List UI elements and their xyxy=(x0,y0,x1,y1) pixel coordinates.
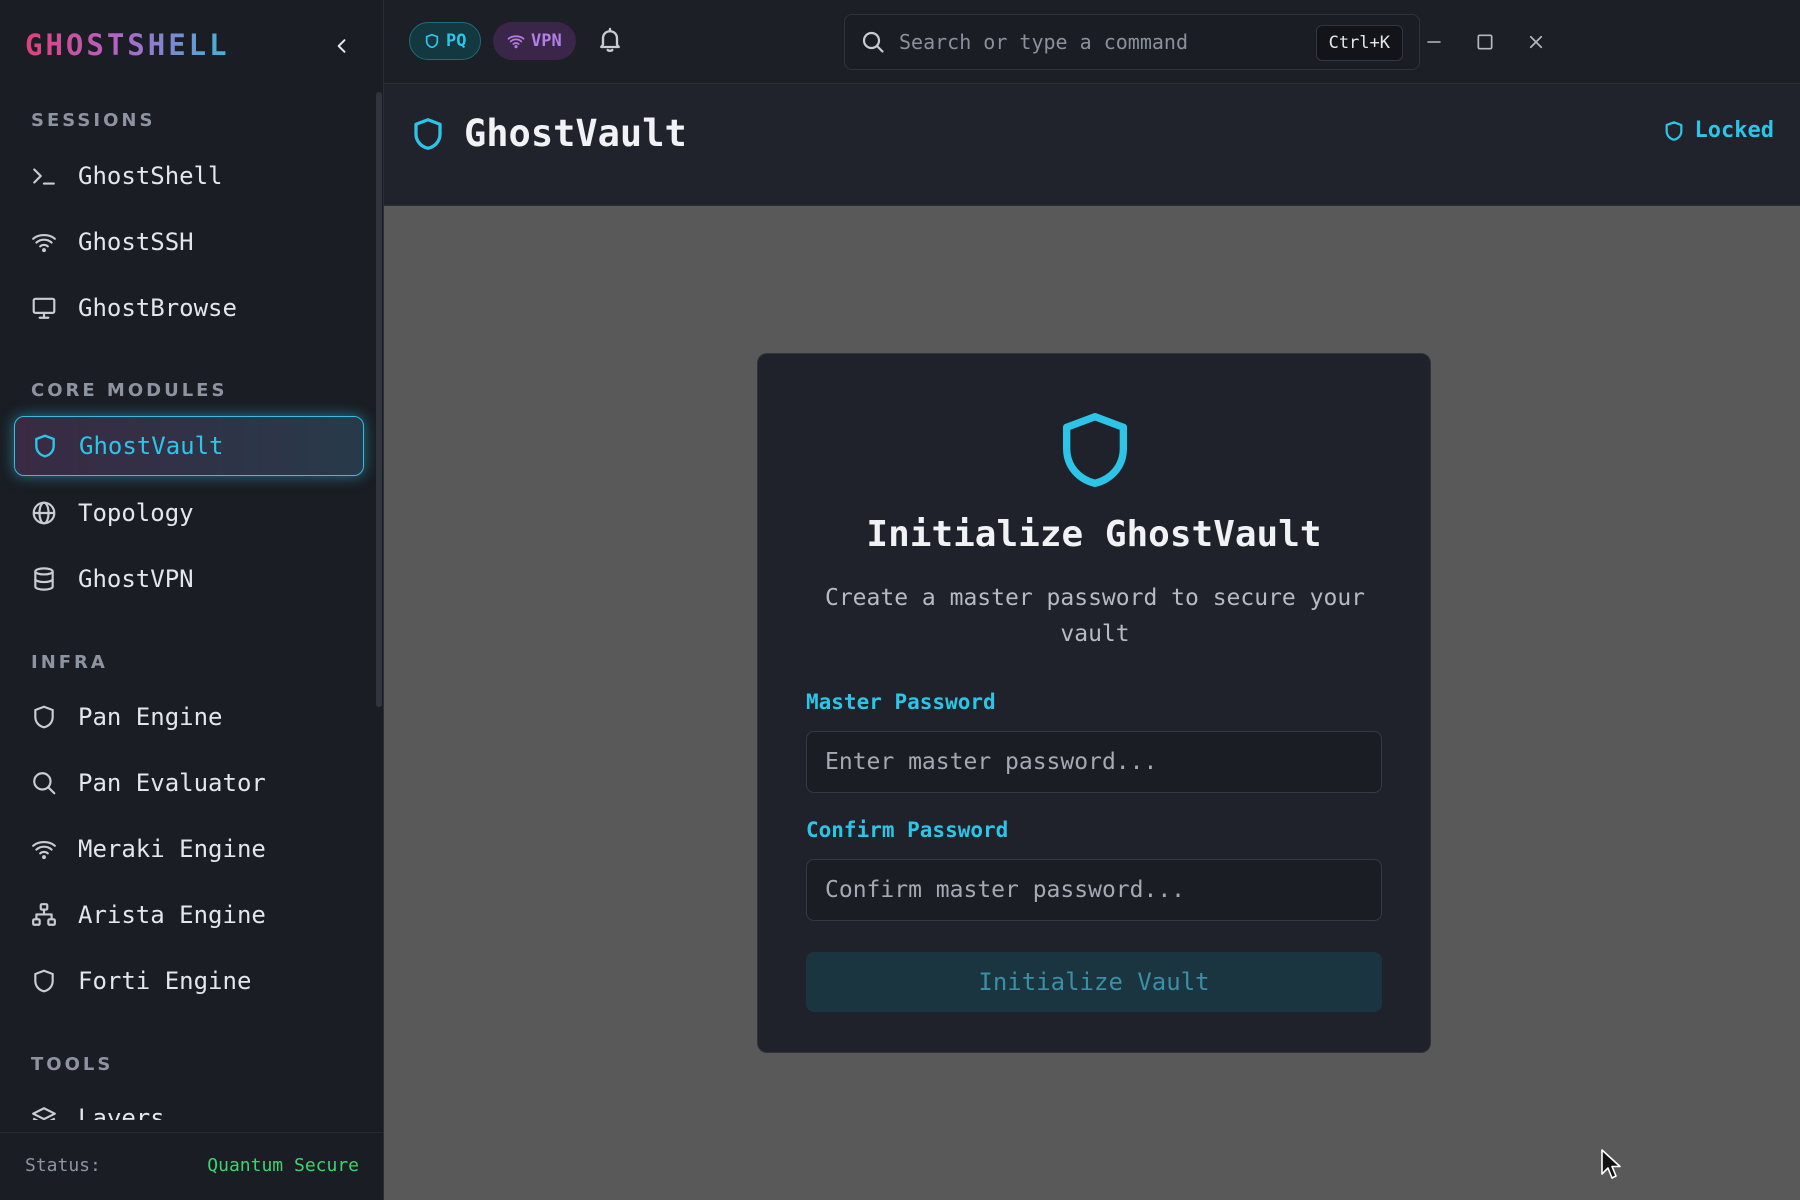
sidebar-item-label: Arista Engine xyxy=(78,901,266,929)
sidebar-item-label: GhostShell xyxy=(78,162,223,190)
card-title: Initialize GhostVault xyxy=(866,514,1322,555)
sidebar-item-topology[interactable]: Topology xyxy=(14,484,364,542)
sidebar-item-pan-evaluator[interactable]: Pan Evaluator xyxy=(14,754,364,812)
close-button[interactable] xyxy=(1520,26,1552,58)
globe-icon xyxy=(30,499,58,527)
shield-icon xyxy=(1665,120,1682,141)
chevron-left-icon xyxy=(337,39,346,53)
card-subtitle: Create a master password to secure your … xyxy=(824,585,1366,647)
sidebar-item-label: Meraki Engine xyxy=(78,835,266,863)
shield-icon xyxy=(1063,413,1127,488)
pq-badge-label: PQ xyxy=(446,31,467,51)
top-bar: PQ VPN Ctrl+K xyxy=(384,0,1800,84)
section-title-infra: INFRA xyxy=(31,652,108,673)
sidebar-item-label: Topology xyxy=(78,499,194,527)
minimize-icon xyxy=(1427,41,1441,43)
search-input[interactable] xyxy=(899,30,1299,54)
status-value: Quantum Secure xyxy=(207,1155,359,1176)
sidebar-item-layers[interactable]: Layers xyxy=(14,1089,364,1120)
wifi-icon xyxy=(30,228,58,256)
sidebar-item-label: GhostSSH xyxy=(78,228,194,256)
sidebar-item-ghostshell[interactable]: GhostShell xyxy=(14,147,364,205)
sidebar: GHOSTSHELL SESSIONS GhostShell GhostSSH xyxy=(0,0,384,1200)
sidebar-item-arista-engine[interactable]: Arista Engine xyxy=(14,886,364,944)
vpn-badge[interactable]: VPN xyxy=(493,22,576,60)
status-label: Status: xyxy=(25,1155,101,1176)
monitor-icon xyxy=(30,294,58,322)
confirm-password-field[interactable] xyxy=(806,859,1382,921)
sidebar-item-label: Pan Engine xyxy=(78,703,223,731)
section-title-tools: TOOLS xyxy=(31,1054,114,1075)
search-icon xyxy=(862,31,884,53)
notifications-button[interactable] xyxy=(596,26,628,58)
minimize-button[interactable] xyxy=(1418,26,1450,58)
network-icon xyxy=(30,901,58,929)
wifi-icon xyxy=(30,835,58,863)
section-title-core-modules: CORE MODULES xyxy=(31,380,228,401)
sidebar-item-label: GhostBrowse xyxy=(78,294,237,322)
pq-badge[interactable]: PQ xyxy=(409,22,482,60)
mouse-cursor-icon xyxy=(1601,1149,1621,1179)
sidebar-item-label: GhostVault xyxy=(79,432,224,460)
sidebar-item-ghostvault[interactable]: GhostVault xyxy=(14,416,364,476)
sidebar-item-label: Forti Engine xyxy=(78,967,252,995)
brand-logo: GHOSTSHELL xyxy=(25,28,230,62)
initialize-vault-button[interactable]: Initialize Vault xyxy=(806,952,1382,1012)
sidebar-nav: SESSIONS GhostShell GhostSSH GhostBrowse xyxy=(0,90,378,1120)
shortcut-hint: Ctrl+K xyxy=(1315,25,1403,61)
lock-status[interactable]: Locked xyxy=(1663,118,1774,143)
shield-icon xyxy=(425,33,439,49)
shield-icon xyxy=(414,118,442,150)
shield-icon xyxy=(30,967,58,995)
maximize-icon xyxy=(1477,34,1493,50)
sidebar-item-label: Layers xyxy=(78,1104,165,1120)
command-search: Ctrl+K xyxy=(844,14,1420,70)
app-window: GHOSTSHELL SESSIONS GhostShell GhostSSH xyxy=(0,0,1800,1200)
lock-status-label: Locked xyxy=(1694,118,1774,143)
shield-icon xyxy=(31,432,59,460)
sidebar-item-label: Pan Evaluator xyxy=(78,769,266,797)
collapse-sidebar-button[interactable] xyxy=(326,30,358,62)
wifi-icon xyxy=(507,35,525,49)
close-icon xyxy=(1529,35,1543,49)
vault-init-card: Initialize GhostVault Create a master pa… xyxy=(757,353,1431,1053)
bell-icon xyxy=(600,27,620,52)
maximize-button[interactable] xyxy=(1469,26,1501,58)
page-header: GhostVault Locked xyxy=(384,84,1800,206)
database-icon xyxy=(30,565,58,593)
sidebar-scrollbar[interactable] xyxy=(376,92,382,707)
shield-icon xyxy=(30,703,58,731)
master-password-label: Master Password xyxy=(806,690,996,714)
sidebar-status: Status: Quantum Secure xyxy=(0,1132,383,1200)
sidebar-item-ghostssh[interactable]: GhostSSH xyxy=(14,213,364,271)
sidebar-item-ghostvpn[interactable]: GhostVPN xyxy=(14,550,364,608)
main-content: Initialize GhostVault Create a master pa… xyxy=(384,206,1800,1200)
master-password-field[interactable] xyxy=(806,731,1382,793)
sidebar-item-forti-engine[interactable]: Forti Engine xyxy=(14,952,364,1010)
sidebar-item-pan-engine[interactable]: Pan Engine xyxy=(14,688,364,746)
confirm-password-label: Confirm Password xyxy=(806,818,1009,842)
section-title-sessions: SESSIONS xyxy=(31,110,156,131)
terminal-icon xyxy=(30,162,58,190)
layers-icon xyxy=(30,1104,58,1120)
vpn-badge-label: VPN xyxy=(531,31,562,51)
sidebar-item-ghostbrowse[interactable]: GhostBrowse xyxy=(14,279,364,337)
page-title: GhostVault xyxy=(464,112,687,155)
search-icon xyxy=(30,769,58,797)
sidebar-item-meraki-engine[interactable]: Meraki Engine xyxy=(14,820,364,878)
sidebar-item-label: GhostVPN xyxy=(78,565,194,593)
